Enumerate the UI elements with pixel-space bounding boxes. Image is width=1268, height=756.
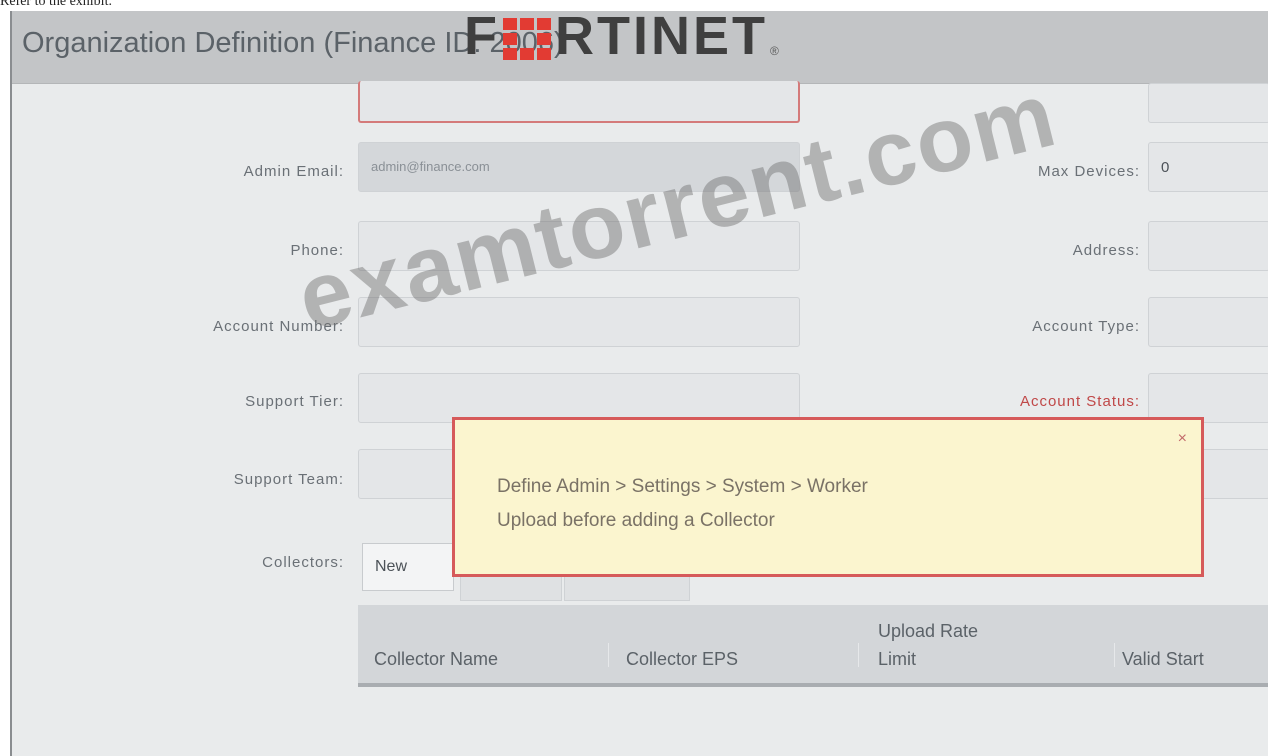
- registered-mark: ®: [770, 44, 779, 58]
- toast-line-1: Define Admin > Settings > System > Worke…: [497, 476, 868, 497]
- col-upload-rate-limit[interactable]: Limit: [878, 649, 916, 670]
- admin-email-field[interactable]: admin@finance.com: [358, 142, 800, 192]
- organization-window: Organization Definition (Finance ID: 200…: [10, 6, 1268, 756]
- account-number-label: Account Number:: [213, 318, 344, 335]
- col-separator[interactable]: [1114, 643, 1115, 667]
- account-type-label: Account Type:: [1032, 318, 1140, 335]
- support-team-label: Support Team:: [233, 471, 344, 488]
- account-status-field[interactable]: [1148, 373, 1268, 423]
- error-toast: × Define Admin > Settings > System > Wor…: [452, 417, 1204, 577]
- col-upload-rate[interactable]: Upload Rate: [878, 621, 978, 642]
- logo-text-f: F: [464, 6, 499, 66]
- toast-message: Define Admin > Settings > System > Worke…: [497, 470, 868, 538]
- fortinet-logo: F RTINET ®: [464, 5, 779, 67]
- diem-password-field[interactable]: [358, 81, 800, 123]
- exhibit-caption: Refer to the exhibit.: [0, 0, 112, 9]
- address-label: Address:: [1072, 242, 1140, 259]
- max-devices-field[interactable]: 0: [1148, 142, 1268, 192]
- admin-email-label: Admin Email:: [243, 163, 344, 180]
- support-tier-field[interactable]: [358, 373, 800, 423]
- max-devices-label: Max Devices:: [1037, 163, 1140, 180]
- collector-agent-password-field[interactable]: [1148, 83, 1268, 123]
- phone-label: Phone:: [290, 242, 344, 259]
- support-tier-label: Support Tier:: [245, 393, 344, 410]
- col-valid-start[interactable]: Valid Start: [1122, 649, 1204, 670]
- window-titlebar: Organization Definition (Finance ID: 200…: [12, 6, 1268, 84]
- collectors-label: Collectors:: [262, 554, 344, 571]
- collectors-table-header: Collector Name Collector EPS Upload Rate…: [358, 605, 1268, 687]
- new-collector-button[interactable]: New: [362, 543, 454, 591]
- address-field[interactable]: [1148, 221, 1268, 271]
- account-number-field[interactable]: [358, 297, 800, 347]
- account-status-label: Account Status:: [1019, 393, 1140, 410]
- col-separator[interactable]: [858, 643, 859, 667]
- col-collector-name[interactable]: Collector Name: [374, 649, 498, 670]
- col-separator[interactable]: [608, 643, 609, 667]
- col-collector-eps[interactable]: Collector EPS: [626, 649, 738, 670]
- account-type-field[interactable]: [1148, 297, 1268, 347]
- close-icon[interactable]: ×: [1178, 430, 1187, 448]
- toast-line-2: Upload before adding a Collector: [497, 510, 775, 531]
- logo-text-rest: RTINET: [555, 6, 768, 66]
- phone-field[interactable]: [358, 221, 800, 271]
- logo-mark-icon: [503, 18, 551, 60]
